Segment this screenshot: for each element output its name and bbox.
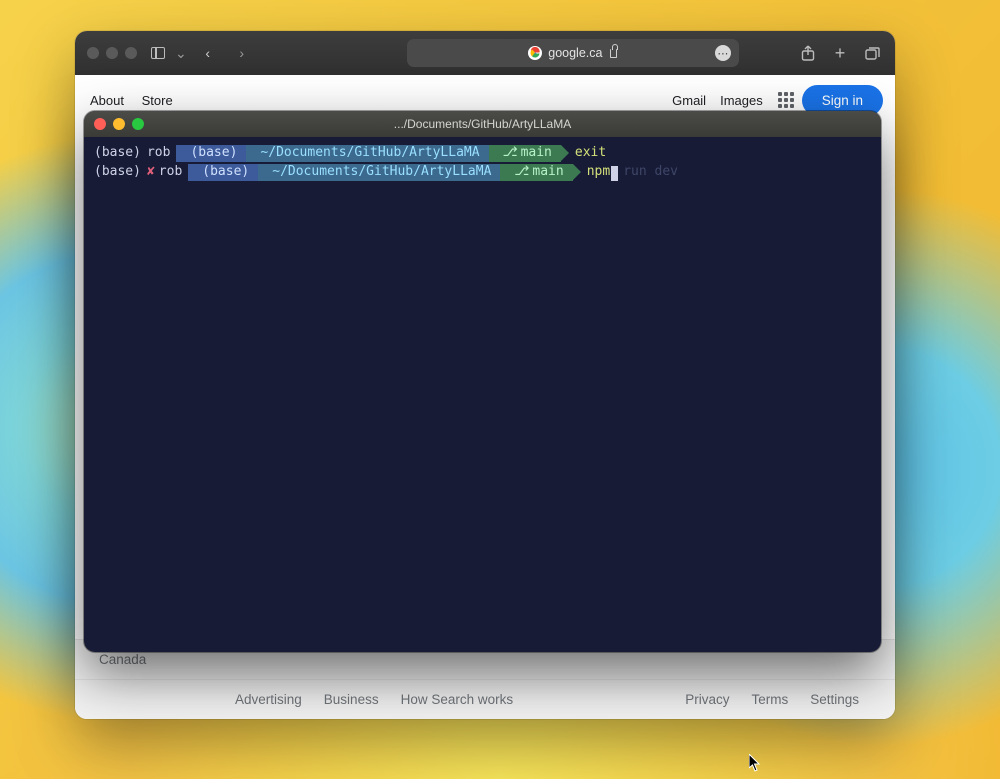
prompt-env: (base) xyxy=(94,144,141,163)
terminal-cursor-icon xyxy=(611,166,618,181)
share-button[interactable] xyxy=(795,41,821,65)
terminal-body[interactable]: (base) rob (base) ~/Documents/GitHub/Art… xyxy=(84,137,881,189)
new-tab-button[interactable]: + xyxy=(827,41,853,65)
close-window-icon[interactable] xyxy=(87,47,99,59)
address-text: google.ca xyxy=(548,46,602,60)
terminal-autosuggestion: run dev xyxy=(623,163,678,182)
terms-link[interactable]: Terms xyxy=(751,692,788,707)
prompt-env: (base) xyxy=(94,163,141,182)
forward-button: › xyxy=(229,41,255,65)
terminal-title: .../Documents/GitHub/ArtyLLaMA xyxy=(394,117,571,131)
privacy-link[interactable]: Privacy xyxy=(685,692,729,707)
footer-links-row: Advertising Business How Search works Pr… xyxy=(75,679,895,719)
prompt-segment-env: (base) xyxy=(188,164,258,181)
gmail-link[interactable]: Gmail xyxy=(672,93,706,108)
about-link[interactable]: About xyxy=(90,93,124,108)
advertising-link[interactable]: Advertising xyxy=(235,692,302,707)
terminal-input[interactable]: npm xyxy=(587,163,610,182)
lock-icon xyxy=(610,49,617,58)
close-window-icon[interactable] xyxy=(94,118,106,130)
window-controls[interactable] xyxy=(87,47,137,59)
business-link[interactable]: Business xyxy=(324,692,379,707)
reader-dots-icon[interactable]: ⋯ xyxy=(715,45,731,61)
browser-toolbar: ⌄ ‹ › google.ca ⋯ + xyxy=(75,31,895,75)
address-bar[interactable]: google.ca ⋯ xyxy=(407,39,739,67)
prompt-segment-branch: ⎇main xyxy=(500,164,572,181)
prompt-user: rob xyxy=(159,163,182,182)
terminal-command: exit xyxy=(575,144,606,163)
terminal-titlebar[interactable]: .../Documents/GitHub/ArtyLLaMA xyxy=(84,111,881,137)
error-status-icon: ✘ xyxy=(147,163,155,182)
tab-overview-button[interactable] xyxy=(859,41,885,65)
site-favicon-icon xyxy=(528,46,542,60)
how-search-works-link[interactable]: How Search works xyxy=(401,692,514,707)
sidebar-toggle-button[interactable] xyxy=(145,41,171,65)
chevron-down-icon[interactable]: ⌄ xyxy=(175,45,187,62)
terminal-line: (base) rob (base) ~/Documents/GitHub/Art… xyxy=(94,144,871,163)
terminal-line: (base) ✘ rob (base) ~/Documents/GitHub/A… xyxy=(94,163,871,182)
git-branch-icon: ⎇ xyxy=(503,145,518,160)
chevron-left-icon: ‹ xyxy=(205,45,210,61)
minimize-window-icon[interactable] xyxy=(113,118,125,130)
store-link[interactable]: Store xyxy=(142,93,173,108)
footer-country: Canada xyxy=(99,652,146,667)
images-link[interactable]: Images xyxy=(720,93,763,108)
terminal-window[interactable]: .../Documents/GitHub/ArtyLLaMA (base) ro… xyxy=(84,111,881,652)
sidebar-icon xyxy=(151,47,165,59)
zoom-window-icon[interactable] xyxy=(125,47,137,59)
back-button[interactable]: ‹ xyxy=(195,41,221,65)
prompt-segment-path: ~/Documents/GitHub/ArtyLLaMA xyxy=(246,145,488,162)
prompt-segment-path: ~/Documents/GitHub/ArtyLLaMA xyxy=(258,164,500,181)
minimize-window-icon[interactable] xyxy=(106,47,118,59)
prompt-segment-env: (base) xyxy=(176,145,246,162)
chevron-right-icon: › xyxy=(239,45,244,61)
settings-link[interactable]: Settings xyxy=(810,692,859,707)
prompt-user: rob xyxy=(147,144,170,163)
prompt-segment-branch: ⎇main xyxy=(489,145,561,162)
git-branch-icon: ⎇ xyxy=(514,164,529,179)
zoom-window-icon[interactable] xyxy=(132,118,144,130)
google-apps-icon[interactable] xyxy=(778,92,794,108)
